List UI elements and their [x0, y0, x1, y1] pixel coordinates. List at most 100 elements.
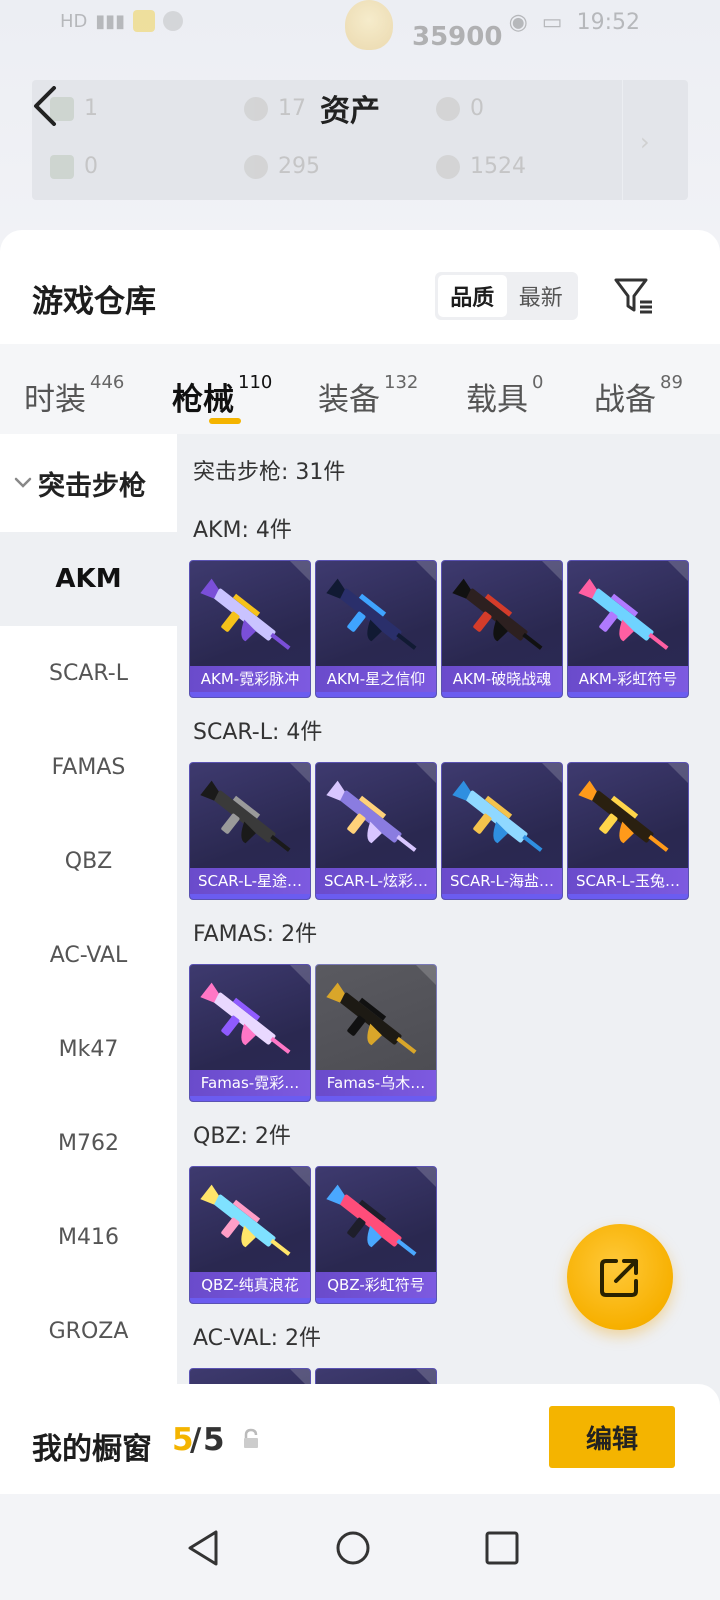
sidebar-item-m416[interactable]: M416 — [0, 1190, 177, 1284]
lock-icon[interactable] — [242, 1428, 260, 1450]
rarity-bar — [442, 894, 562, 899]
weapon-skin-name: SCAR-L-海盐… — [442, 868, 562, 894]
nav-recents-icon[interactable] — [482, 1528, 522, 1568]
rifle-icon — [452, 578, 543, 650]
asset-card-6: 1524 — [436, 154, 526, 179]
weapon-skin-card[interactable]: SCAR-L-玉兔… — [567, 762, 689, 900]
share-button[interactable] — [567, 1224, 673, 1330]
weapon-skin-name: AKM-霓彩脉冲 — [190, 666, 310, 692]
filter-icon — [614, 278, 652, 314]
weapon-skin-card[interactable]: SCAR-L-炫彩… — [315, 762, 437, 900]
grid-summary: 突击步枪: 31件 — [193, 460, 346, 485]
sidebar-item-ac-val[interactable]: AC-VAL — [0, 908, 177, 1002]
sidebar-item-scar-l[interactable]: SCAR-L — [0, 626, 177, 720]
status-time: 19:52 — [576, 10, 640, 35]
rifle-icon — [326, 578, 417, 650]
tab-firearms[interactable]: 枪械 110 — [172, 372, 272, 419]
gold-coin-icon — [436, 154, 460, 179]
rarity-bar — [316, 1096, 436, 1101]
weapon-skin-name: AKM-彩虹符号 — [568, 666, 688, 692]
rifle-icon — [326, 1184, 417, 1256]
asset-more-icon[interactable]: › — [640, 128, 650, 156]
sidebar-group-header[interactable]: 突击步枪 — [0, 434, 177, 532]
section-title: FAMAS: 2件 — [193, 922, 318, 947]
back-button[interactable] — [30, 86, 60, 126]
nav-home-icon[interactable] — [333, 1528, 373, 1568]
sidebar-item-famas[interactable]: FAMAS — [0, 720, 177, 814]
weapon-skin-card[interactable]: AKM-破晓战魂 — [441, 560, 563, 698]
rarity-bar — [190, 894, 310, 899]
nav-back-icon[interactable] — [184, 1528, 224, 1568]
weapon-skin-card[interactable]: QBZ-彩虹符号 — [315, 1166, 437, 1304]
category-tabs: 时装 446 枪械 110 装备 132 载具 0 战备 89 — [0, 344, 720, 434]
weapon-skin-name: Famas-霓彩… — [190, 1070, 310, 1096]
sidebar-item-groza[interactable]: GROZA — [0, 1284, 177, 1378]
status-icons-right: ◉ ▭ 19:52 — [509, 10, 640, 35]
sort-newest-button[interactable]: 最新 — [507, 275, 576, 317]
showcase-bar: 我的橱窗 5 / 5 编辑 — [0, 1384, 720, 1494]
system-nav-bar — [0, 1494, 720, 1600]
rarity-bar — [316, 894, 436, 899]
eye-icon: ◉ — [508, 10, 528, 35]
sort-quality-button[interactable]: 品质 — [438, 275, 507, 317]
app-badge-icon — [133, 10, 156, 32]
weapon-skin-name: SCAR-L-炫彩… — [316, 868, 436, 894]
coin-icon — [345, 0, 393, 50]
weapon-skin-name: AKM-星之信仰 — [316, 666, 436, 692]
weapon-skin-card[interactable]: AKM-星之信仰 — [315, 560, 437, 698]
showcase-total: 5 — [203, 1422, 225, 1458]
sidebar-item-mk47[interactable]: Mk47 — [0, 1002, 177, 1096]
tab-supplies[interactable]: 战备 89 — [594, 372, 683, 419]
weapon-skin-card[interactable]: QBZ-纯真浪花 — [189, 1166, 311, 1304]
rifle-icon — [578, 780, 669, 852]
weapon-type-sidebar: 突击步枪 AKM SCAR-L FAMAS QBZ AC-VAL Mk47 M7… — [0, 434, 177, 1410]
sidebar-item-akm[interactable]: AKM — [0, 532, 177, 626]
tab-equipment[interactable]: 装备 132 — [318, 372, 418, 419]
weapon-skin-card[interactable]: Famas-乌木… — [315, 964, 437, 1102]
rarity-bar — [442, 692, 562, 697]
rarity-bar — [568, 692, 688, 697]
tab-fashion[interactable]: 时装 446 — [24, 372, 124, 419]
section-title: SCAR-L: 4件 — [193, 720, 323, 745]
rarity-bar — [190, 1298, 310, 1303]
warehouse-title: 游戏仓库 — [32, 284, 156, 320]
weapon-skin-card[interactable]: SCAR-L-海盐… — [441, 762, 563, 900]
rank-icon — [163, 11, 184, 31]
weapon-skin-name: QBZ-彩虹符号 — [316, 1272, 436, 1298]
weapon-skin-card[interactable]: AKM-彩虹符号 — [567, 560, 689, 698]
rifle-icon — [200, 780, 291, 852]
signal-icon: ▮▮▮ — [95, 10, 126, 32]
edit-button[interactable]: 编辑 — [549, 1406, 675, 1468]
status-icons-left: HD ▮▮▮ — [60, 10, 184, 32]
coin-count: 35900 — [412, 22, 503, 52]
sort-toggle: 品质 最新 — [435, 272, 578, 320]
filter-button[interactable] — [612, 274, 656, 318]
rifle-icon — [326, 982, 417, 1054]
weapon-skin-name: SCAR-L-玉兔… — [568, 868, 688, 894]
weapon-skin-card[interactable]: AKM-霓彩脉冲 — [189, 560, 311, 698]
rifle-icon — [200, 1184, 291, 1256]
showcase-separator: / — [190, 1422, 202, 1458]
asset-card-4: 0 — [50, 154, 98, 179]
top-header: HD ▮▮▮ ◉ ▭ 19:52 35900 1 17 0 0 295 1524… — [0, 0, 720, 240]
weapon-skin-card[interactable]: Famas-霓彩… — [189, 964, 311, 1102]
sidebar-item-qbz[interactable]: QBZ — [0, 814, 177, 908]
chevron-down-icon — [14, 477, 32, 488]
coin-s-icon — [244, 96, 268, 121]
section-title: AC-VAL: 2件 — [193, 1326, 322, 1351]
rarity-bar — [190, 1096, 310, 1101]
rifle-icon — [200, 578, 291, 650]
hd-icon: HD — [60, 10, 88, 32]
card-icon — [50, 154, 74, 179]
active-tab-indicator — [209, 418, 241, 424]
asset-card-3: 0 — [436, 96, 484, 121]
rarity-bar — [316, 692, 436, 697]
chevron-left-icon — [34, 86, 56, 126]
weapon-skin-card[interactable]: SCAR-L-星途… — [189, 762, 311, 900]
asset-card-2: 17 — [244, 96, 306, 121]
sidebar-item-m762[interactable]: M762 — [0, 1096, 177, 1190]
asset-card-5: 295 — [244, 154, 320, 179]
showcase-label: 我的橱窗 — [32, 1432, 152, 1467]
section-title: QBZ: 2件 — [193, 1124, 291, 1149]
tab-vehicles[interactable]: 载具 0 — [466, 372, 543, 419]
